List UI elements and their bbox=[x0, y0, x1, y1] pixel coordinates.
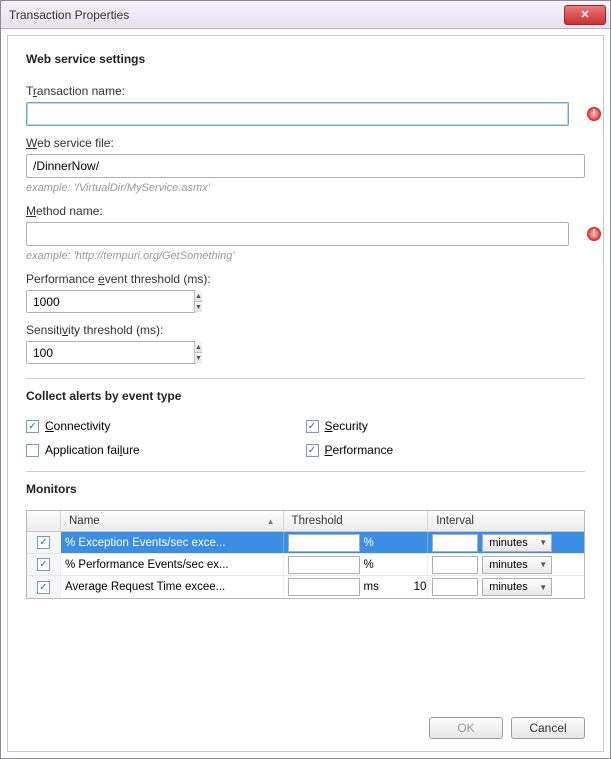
method-name-input[interactable] bbox=[26, 222, 569, 246]
row-interval-cell: ▲▼ minutes ▼ bbox=[428, 532, 584, 553]
threshold-spinner[interactable]: ▲▼ bbox=[288, 556, 360, 574]
spin-down-icon[interactable]: ▼ bbox=[195, 302, 202, 312]
threshold-input[interactable] bbox=[289, 535, 429, 551]
row-checkbox-cell: ✓ bbox=[27, 576, 61, 598]
section-collect-alerts: Collect alerts by event type bbox=[26, 389, 585, 403]
monitors-table: Name▲ Threshold Interval ✓ % Exception Ev… bbox=[26, 510, 585, 599]
checkbox-security[interactable]: ✓ Security bbox=[306, 419, 586, 433]
checkbox-icon: ✓ bbox=[26, 420, 39, 433]
threshold-input[interactable] bbox=[289, 557, 429, 573]
dialog-window: Transaction Properties ✕ Web service set… bbox=[0, 0, 611, 759]
spin-down-icon[interactable]: ▼ bbox=[195, 353, 202, 363]
spinner-buttons: ▲ ▼ bbox=[194, 342, 202, 363]
chevron-down-icon: ▼ bbox=[539, 538, 547, 547]
interval-spinner[interactable]: ▲▼ bbox=[432, 578, 478, 596]
chevron-down-icon: ▼ bbox=[539, 560, 547, 569]
sort-asc-icon: ▲ bbox=[267, 517, 275, 526]
table-header: Name▲ Threshold Interval bbox=[27, 511, 584, 532]
checkbox-app-failure[interactable]: Application failure bbox=[26, 443, 306, 457]
col-threshold[interactable]: Threshold bbox=[284, 511, 429, 531]
sens-threshold-input[interactable] bbox=[27, 342, 194, 363]
row-checkbox-cell: ✓ bbox=[27, 554, 61, 575]
checkbox-connectivity[interactable]: ✓ Connectivity bbox=[26, 419, 306, 433]
label-method-name: Method name: bbox=[26, 204, 585, 218]
error-icon: ! bbox=[587, 227, 601, 241]
dialog-body: Web service settings Transaction name: !… bbox=[7, 35, 604, 752]
interval-spinner[interactable]: ▲▼ bbox=[432, 534, 478, 552]
row-name: Average Request Time excee... bbox=[65, 581, 225, 593]
interval-spinner[interactable]: ▲▼ bbox=[432, 556, 478, 574]
example-web-service-file: example: '/VirtualDir/MyService.asmx' bbox=[26, 182, 585, 194]
table-row[interactable]: ✓% Performance Events/sec ex...▲▼%▲▼minu… bbox=[27, 554, 584, 576]
row-checkbox-cell: ✓ bbox=[27, 532, 61, 553]
interval-unit-value: minutes bbox=[489, 581, 528, 593]
spin-up-icon[interactable]: ▲ bbox=[195, 342, 202, 353]
threshold-unit: ms bbox=[364, 581, 382, 593]
checkbox-icon bbox=[26, 444, 39, 457]
sens-threshold-spinner[interactable]: ▲ ▼ bbox=[26, 341, 196, 364]
threshold-spinner[interactable]: ▲▼ bbox=[288, 578, 360, 596]
example-method-name: example: 'http://tempuri.org/GetSomethin… bbox=[26, 250, 585, 262]
threshold-spinner[interactable]: ▲▼ bbox=[288, 534, 360, 552]
col-name[interactable]: Name▲ bbox=[61, 511, 284, 531]
threshold-unit: % bbox=[364, 559, 382, 571]
transaction-name-input[interactable] bbox=[26, 102, 569, 126]
checkbox-icon: ✓ bbox=[306, 420, 319, 433]
label-sens-threshold: Sensitivity threshold (ms): bbox=[26, 323, 585, 337]
cancel-button[interactable]: Cancel bbox=[511, 717, 585, 739]
threshold-input[interactable] bbox=[289, 579, 429, 595]
threshold-unit: % bbox=[364, 537, 382, 549]
close-button[interactable]: ✕ bbox=[564, 5, 606, 25]
label-perf-threshold: Performance event threshold (ms): bbox=[26, 272, 585, 286]
titlebar: Transaction Properties ✕ bbox=[1, 1, 610, 29]
row-interval-cell: ▲▼ minutes ▼ bbox=[428, 554, 584, 575]
separator bbox=[26, 378, 585, 379]
interval-unit-select[interactable]: minutes ▼ bbox=[482, 556, 552, 574]
row-name-cell: Average Request Time excee... bbox=[61, 576, 284, 598]
col-check[interactable] bbox=[27, 511, 61, 531]
button-bar: OK Cancel bbox=[26, 703, 585, 739]
separator bbox=[26, 471, 585, 472]
interval-unit-value: minutes bbox=[489, 559, 528, 571]
section-monitors: Monitors bbox=[26, 482, 585, 496]
checkbox-icon[interactable]: ✓ bbox=[37, 581, 50, 594]
row-name: % Exception Events/sec exce... bbox=[65, 537, 225, 549]
col-interval[interactable]: Interval bbox=[428, 511, 584, 531]
label-web-service-file: Web service file: bbox=[26, 136, 585, 150]
perf-threshold-spinner[interactable]: ▲ ▼ bbox=[26, 290, 196, 313]
row-interval-cell: ▲▼ minutes ▼ bbox=[428, 576, 584, 598]
checkbox-performance[interactable]: ✓ Performance bbox=[306, 443, 586, 457]
spin-up-icon[interactable]: ▲ bbox=[195, 291, 202, 302]
alerts-grid: ✓ Connectivity ✓ Security Application fa… bbox=[26, 419, 585, 457]
section-web-service: Web service settings bbox=[26, 52, 585, 66]
row-threshold-cell: ▲▼% bbox=[284, 532, 429, 553]
row-name-cell: % Exception Events/sec exce... bbox=[61, 532, 284, 553]
close-icon: ✕ bbox=[580, 8, 589, 21]
perf-threshold-input[interactable] bbox=[27, 291, 194, 312]
spinner-buttons: ▲ ▼ bbox=[194, 291, 202, 312]
table-row[interactable]: ✓% Exception Events/sec exce...▲▼%▲▼minu… bbox=[27, 532, 584, 554]
chevron-down-icon: ▼ bbox=[539, 583, 547, 592]
row-threshold-cell: ▲▼% bbox=[284, 554, 429, 575]
web-service-file-input[interactable] bbox=[26, 154, 585, 178]
interval-unit-select[interactable]: minutes ▼ bbox=[482, 534, 552, 552]
table-row[interactable]: ✓Average Request Time excee...▲▼ms▲▼minu… bbox=[27, 576, 584, 598]
checkbox-icon[interactable]: ✓ bbox=[37, 558, 50, 571]
interval-unit-select[interactable]: minutes ▼ bbox=[482, 578, 552, 596]
checkbox-icon: ✓ bbox=[306, 444, 319, 457]
interval-unit-value: minutes bbox=[489, 537, 528, 549]
error-icon: ! bbox=[587, 107, 601, 121]
window-title: Transaction Properties bbox=[9, 8, 564, 22]
ok-button[interactable]: OK bbox=[429, 717, 503, 739]
checkbox-icon[interactable]: ✓ bbox=[37, 536, 50, 549]
row-name: % Performance Events/sec ex... bbox=[65, 559, 229, 571]
label-transaction-name: Transaction name: bbox=[26, 84, 585, 98]
row-name-cell: % Performance Events/sec ex... bbox=[61, 554, 284, 575]
row-threshold-cell: ▲▼ ms bbox=[284, 576, 429, 598]
